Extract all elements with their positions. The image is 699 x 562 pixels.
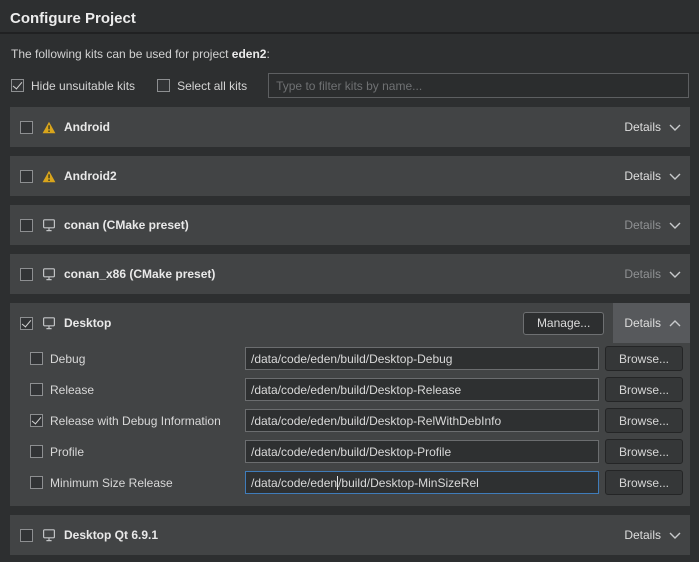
- details-label: Details: [624, 267, 661, 281]
- hide-unsuitable-kits-checkbox-group[interactable]: Hide unsuitable kits: [11, 79, 135, 93]
- kit-conan-details-button[interactable]: Details: [613, 205, 690, 245]
- kit-name: Desktop Qt 6.9.1: [64, 528, 158, 542]
- filter-bar: Hide unsuitable kits Select all kits: [11, 73, 689, 98]
- config-minsizerel-browse-button[interactable]: Browse...: [605, 470, 683, 495]
- select-all-kits-checkbox-group[interactable]: Select all kits: [157, 79, 247, 93]
- warning-icon: [42, 170, 56, 183]
- build-config-row-profile: Profile Browse...: [10, 436, 690, 467]
- kit-name: Android2: [64, 169, 117, 183]
- hide-unsuitable-kits-checkbox[interactable]: [11, 79, 24, 92]
- kit-row-conan-x86: conan_x86 (CMake preset) Details: [10, 254, 690, 294]
- kit-conan-x86-checkbox[interactable]: [20, 268, 33, 281]
- kit-desktop-details-button[interactable]: Details: [613, 303, 690, 343]
- chevron-down-icon: [669, 271, 681, 278]
- chevron-down-icon: [669, 173, 681, 180]
- kit-row-desktop-qt: Desktop Qt 6.9.1 Details: [10, 515, 690, 555]
- chevron-down-icon: [669, 124, 681, 131]
- details-label: Details: [624, 218, 661, 232]
- config-label: Release with Debug Information: [50, 414, 221, 428]
- kit-row-conan: conan (CMake preset) Details: [10, 205, 690, 245]
- kit-name: conan_x86 (CMake preset): [64, 267, 215, 281]
- kit-conan-checkbox[interactable]: [20, 219, 33, 232]
- kit-row-desktop: Desktop Manage... Details: [10, 303, 690, 343]
- chevron-down-icon: [669, 222, 681, 229]
- config-profile-browse-button[interactable]: Browse...: [605, 439, 683, 464]
- build-config-row-relwithdebinfo: Release with Debug Information Browse...: [10, 405, 690, 436]
- manage-kits-button[interactable]: Manage...: [523, 312, 604, 335]
- kit-desktop-checkbox[interactable]: [20, 317, 33, 330]
- details-label: Details: [624, 316, 661, 330]
- config-relwithdebinfo-checkbox[interactable]: [30, 414, 43, 427]
- select-all-kits-checkbox[interactable]: [157, 79, 170, 92]
- config-debug-browse-button[interactable]: Browse...: [605, 346, 683, 371]
- config-minsizerel-checkbox[interactable]: [30, 476, 43, 489]
- config-label: Minimum Size Release: [50, 476, 173, 490]
- intro-text: The following kits can be used for proje…: [11, 47, 689, 61]
- details-label: Details: [624, 120, 661, 134]
- config-label: Profile: [50, 445, 84, 459]
- kit-desktop-qt-checkbox[interactable]: [20, 529, 33, 542]
- config-release-browse-button[interactable]: Browse...: [605, 377, 683, 402]
- kit-android-details-button[interactable]: Details: [613, 107, 690, 147]
- select-all-kits-label: Select all kits: [177, 79, 247, 93]
- config-label: Debug: [50, 352, 85, 366]
- kit-android2-checkbox[interactable]: [20, 170, 33, 183]
- config-debug-checkbox[interactable]: [30, 352, 43, 365]
- desktop-icon: [42, 267, 56, 281]
- kit-android2-details-button[interactable]: Details: [613, 156, 690, 196]
- kit-section-desktop: Desktop Manage... Details Debug Browse..…: [10, 303, 690, 506]
- details-label: Details: [624, 528, 661, 542]
- chevron-down-icon: [669, 532, 681, 539]
- kit-name: Android: [64, 120, 110, 134]
- kit-row-android: Android Details: [10, 107, 690, 147]
- kit-name: Desktop: [64, 316, 111, 330]
- hide-unsuitable-kits-label: Hide unsuitable kits: [31, 79, 135, 93]
- config-debug-path-input[interactable]: [245, 347, 599, 370]
- desktop-icon: [42, 218, 56, 232]
- chevron-up-icon: [669, 320, 681, 327]
- kit-android-checkbox[interactable]: [20, 121, 33, 134]
- build-config-row-minsizerel: Minimum Size Release /data/code/eden/bui…: [10, 467, 690, 498]
- build-config-row-debug: Debug Browse...: [10, 343, 690, 374]
- desktop-icon: [42, 528, 56, 542]
- path-text-before-caret: /data/code/eden: [251, 476, 337, 490]
- warning-icon: [42, 121, 56, 134]
- config-profile-path-input[interactable]: [245, 440, 599, 463]
- kit-list: Android Details Android2 Details conan (…: [10, 107, 690, 555]
- kit-name: conan (CMake preset): [64, 218, 189, 232]
- page-title: Configure Project: [0, 0, 699, 32]
- project-name: eden2: [232, 47, 267, 61]
- intro-text-after: :: [266, 47, 269, 61]
- desktop-icon: [42, 316, 56, 330]
- kit-conan-x86-details-button[interactable]: Details: [613, 254, 690, 294]
- config-label: Release: [50, 383, 94, 397]
- kit-row-android2: Android2 Details: [10, 156, 690, 196]
- config-relwithdebinfo-path-input[interactable]: [245, 409, 599, 432]
- config-minsizerel-path-input[interactable]: /data/code/eden/build/Desktop-MinSizeRel: [245, 471, 599, 494]
- kit-filter-input[interactable]: [268, 73, 689, 98]
- intro-text-before: The following kits can be used for proje…: [11, 47, 232, 61]
- config-profile-checkbox[interactable]: [30, 445, 43, 458]
- config-release-checkbox[interactable]: [30, 383, 43, 396]
- details-label: Details: [624, 169, 661, 183]
- title-separator: [0, 32, 699, 34]
- kit-desktop-qt-details-button[interactable]: Details: [613, 515, 690, 555]
- config-release-path-input[interactable]: [245, 378, 599, 401]
- build-config-row-release: Release Browse...: [10, 374, 690, 405]
- configure-project-page: { "header": { "title": "Configure Projec…: [0, 0, 699, 562]
- config-relwithdebinfo-browse-button[interactable]: Browse...: [605, 408, 683, 433]
- path-text-after-caret: /build/Desktop-MinSizeRel: [338, 476, 479, 490]
